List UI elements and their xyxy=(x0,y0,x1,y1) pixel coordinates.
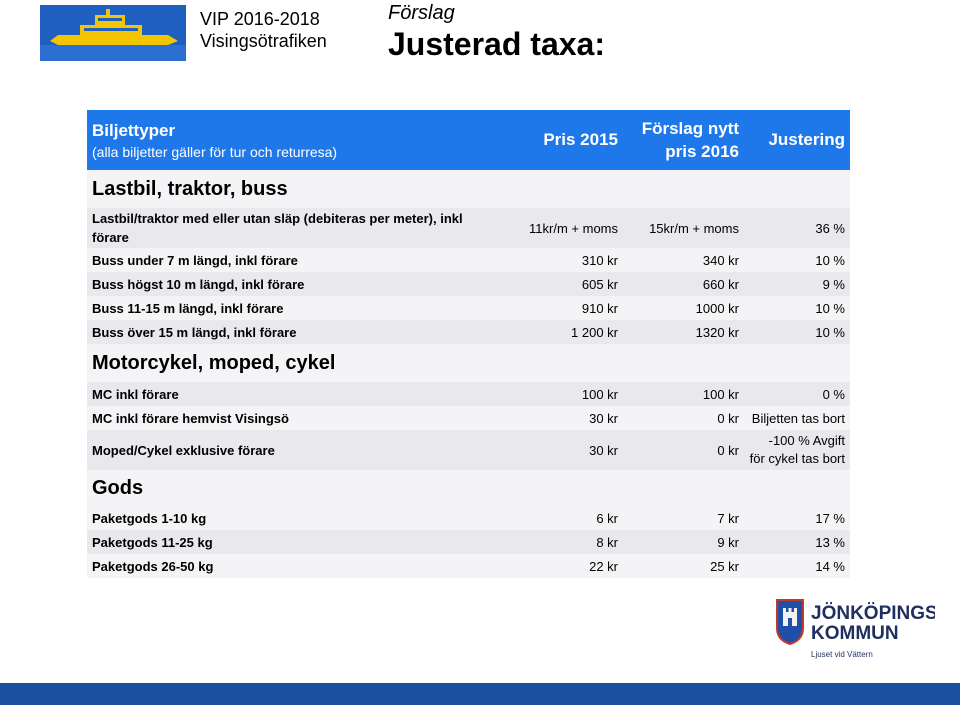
header-price-2016-line2: pris 2016 xyxy=(665,142,739,161)
kommun-name-line1: JÖNKÖPINGS xyxy=(811,603,935,624)
row-name: Lastbil/traktor med eller utan släp (deb… xyxy=(92,211,463,245)
row-name: Paketgods 1-10 kg xyxy=(92,510,207,526)
section-title: Motorcykel, moped, cykel xyxy=(92,351,336,374)
table-header-row: Biljettyper (alla biljetter gäller för t… xyxy=(87,110,850,170)
row-price-2015: 6 kr xyxy=(596,510,618,526)
row-adjustment: 10 % xyxy=(815,300,845,316)
row-name: Buss över 15 m längd, inkl förare xyxy=(92,324,297,340)
row-price-2015: 1 200 kr xyxy=(571,324,618,340)
header-price-2016-line1: Förslag nytt xyxy=(641,119,739,138)
kommun-logo: JÖNKÖPINGS KOMMUN Ljuset vid Vättern xyxy=(775,598,938,663)
coat-of-arms-icon: JÖNKÖPINGS KOMMUN Ljuset vid Vättern xyxy=(776,599,938,659)
row-price-2015: 910 kr xyxy=(581,300,618,316)
table-row: Paketgods 11-25 kg 8 kr 9 kr 13 % xyxy=(87,530,850,554)
row-price-2016: 1000 kr xyxy=(695,300,739,316)
table-row: MC inkl förare hemvist Visingsö 30 kr 0 … xyxy=(87,406,850,430)
row-name: Buss högst 10 m längd, inkl förare xyxy=(92,276,305,292)
row-adjustment: 10 % xyxy=(815,252,845,268)
row-price-2015: 100 kr xyxy=(581,386,618,402)
table-row: Paketgods 26-50 kg 22 kr 25 kr 14 % xyxy=(87,554,850,578)
section-title: Gods xyxy=(92,476,144,499)
header-ticket-types-title: Biljettyper xyxy=(92,120,176,140)
row-price-2016: 1320 kr xyxy=(695,324,739,340)
row-name: Paketgods 11-25 kg xyxy=(92,534,213,550)
section-title: Lastbil, traktor, buss xyxy=(92,177,288,200)
row-adjustment-line1: -100 % Avgift xyxy=(768,433,845,448)
row-price-2016: 0 kr xyxy=(717,442,739,458)
fare-table: Biljettyper (alla biljetter gäller för t… xyxy=(87,110,850,578)
row-price-2016: 25 kr xyxy=(710,558,739,574)
row-name: MC inkl förare hemvist Visingsö xyxy=(92,410,289,426)
row-price-2016: 340 kr xyxy=(702,252,739,268)
table-row: Buss högst 10 m längd, inkl förare 605 k… xyxy=(87,272,850,296)
row-name: Buss 11-15 m längd, inkl förare xyxy=(92,300,284,316)
table-row: MC inkl förare 100 kr 100 kr 0 % xyxy=(87,382,850,406)
org-line-1: VIP 2016-2018 xyxy=(200,9,320,29)
row-adjustment: 10 % xyxy=(815,324,845,340)
table-row: Paketgods 1-10 kg 6 kr 7 kr 17 % xyxy=(87,506,850,530)
row-adjustment: 13 % xyxy=(815,534,845,550)
row-price-2016: 660 kr xyxy=(702,276,739,292)
row-price-2015: 22 kr xyxy=(589,558,618,574)
ferry-logo xyxy=(40,5,186,61)
header-price-2015: Pris 2015 xyxy=(543,130,618,149)
row-price-2016: 15kr/m + moms xyxy=(649,220,739,236)
table-row: Buss över 15 m längd, inkl förare 1 200 … xyxy=(87,320,850,344)
row-price-2015: 8 kr xyxy=(596,534,618,550)
row-price-2016: 9 kr xyxy=(717,534,739,550)
row-adjustment: 14 % xyxy=(815,558,845,574)
row-adjustment: 36 % xyxy=(815,220,845,236)
row-adjustment: Biljetten tas bort xyxy=(751,410,845,426)
row-name: Buss under 7 m längd, inkl förare xyxy=(92,252,298,268)
ferry-icon xyxy=(40,5,186,61)
row-price-2015: 30 kr xyxy=(589,410,618,426)
header-ticket-types: Biljettyper (alla biljetter gäller för t… xyxy=(92,110,512,170)
row-adjustment-line2: för cykel tas bort xyxy=(749,451,845,466)
row-name: Moped/Cykel exklusive förare xyxy=(92,442,275,458)
row-adjustment: 17 % xyxy=(815,510,845,526)
table-row: Moped/Cykel exklusive förare 30 kr 0 kr … xyxy=(87,430,850,470)
row-price-2015: 11kr/m + moms xyxy=(529,220,618,236)
row-price-2016: 7 kr xyxy=(717,510,739,526)
section-heading-motorcycle: Motorcykel, moped, cykel xyxy=(87,344,850,382)
section-heading-goods: Gods xyxy=(87,470,850,506)
page-subtitle: Förslag xyxy=(388,2,455,24)
table-row: Lastbil/traktor med eller utan släp (deb… xyxy=(87,208,850,248)
org-name: VIP 2016-2018 Visingsötrafiken xyxy=(200,8,327,52)
kommun-tagline: Ljuset vid Vättern xyxy=(811,650,873,659)
footer-bar xyxy=(0,683,960,705)
header-price-2016: Förslag nytt pris 2016 xyxy=(618,110,739,170)
row-name: Paketgods 26-50 kg xyxy=(92,558,214,574)
header-adjustment: Justering xyxy=(768,130,845,149)
row-price-2015: 310 kr xyxy=(581,252,618,268)
row-adjustment: 0 % xyxy=(822,386,845,402)
page-title: Justerad taxa: xyxy=(388,26,605,62)
table-row: Buss 11-15 m längd, inkl förare 910 kr 1… xyxy=(87,296,850,320)
row-price-2016: 100 kr xyxy=(702,386,739,402)
row-price-2015: 30 kr xyxy=(589,442,618,458)
row-price-2015: 605 kr xyxy=(581,276,618,292)
row-adjustment: 9 % xyxy=(822,276,845,292)
org-line-2: Visingsötrafiken xyxy=(200,31,327,51)
row-price-2016: 0 kr xyxy=(717,410,739,426)
section-heading-vehicles: Lastbil, traktor, buss xyxy=(87,170,850,208)
kommun-name-line2: KOMMUN xyxy=(811,623,899,644)
table-row: Buss under 7 m längd, inkl förare 310 kr… xyxy=(87,248,850,272)
row-adjustment: -100 % Avgift för cykel tas bort xyxy=(739,430,845,470)
row-name: MC inkl förare xyxy=(92,386,179,402)
header-ticket-types-sub: (alla biljetter gäller för tur och retur… xyxy=(92,143,338,160)
